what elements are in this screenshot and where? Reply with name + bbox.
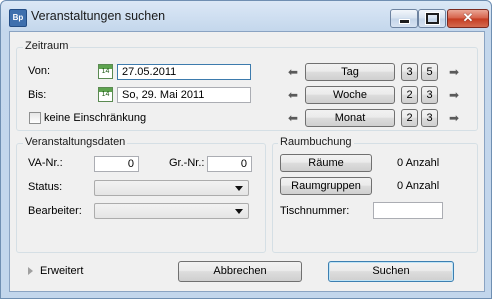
window-title: Veranstaltungen suchen: [31, 9, 166, 23]
veranstaltungsdaten-legend: Veranstaltungsdaten: [23, 136, 128, 148]
bearbeiter-dropdown[interactable]: [94, 203, 249, 219]
gr-nr-field[interactable]: 0: [207, 156, 252, 172]
bearbeiter-label: Bearbeiter:: [28, 205, 82, 217]
dialog-window: Bp Veranstaltungen suchen ✕ Zeitraum Von…: [0, 0, 492, 299]
maximize-icon: [426, 13, 439, 24]
tag-back-count[interactable]: 3: [401, 63, 418, 81]
minimize-icon: [399, 19, 410, 24]
calendar-icon[interactable]: 14: [98, 64, 113, 79]
tischnummer-label: Tischnummer:: [280, 205, 350, 217]
step-forward-icon[interactable]: ➡: [446, 65, 462, 79]
raeume-button[interactable]: Räume: [280, 154, 372, 172]
bis-label: Bis:: [28, 89, 47, 101]
monat-forward-count[interactable]: 3: [421, 109, 438, 127]
woche-button[interactable]: Woche: [305, 86, 395, 104]
von-date-field[interactable]: 27.05.2011: [117, 64, 251, 80]
calendar-day: 14: [101, 91, 110, 98]
keine-einschraenkung-checkbox[interactable]: [29, 112, 41, 124]
bis-date-field[interactable]: So, 29. Mai 2011: [117, 87, 251, 103]
dialog-content: Zeitraum Von: 14 27.05.2011 Bis: 14 So, …: [9, 31, 485, 292]
step-forward-icon[interactable]: ➡: [446, 88, 462, 102]
close-icon: ✕: [462, 10, 474, 25]
woche-back-count[interactable]: 2: [401, 86, 418, 104]
calendar-day: 14: [101, 68, 110, 75]
von-label: Von:: [28, 65, 51, 77]
monat-back-count[interactable]: 2: [401, 109, 418, 127]
raumbuchung-legend: Raumbuchung: [278, 136, 354, 148]
expand-triangle-icon[interactable]: [28, 267, 33, 275]
tag-forward-count[interactable]: 5: [421, 63, 438, 81]
step-back-icon[interactable]: ➡: [285, 65, 301, 79]
raeume-count: 0 Anzahl: [397, 157, 440, 169]
cancel-button[interactable]: Abbrechen: [178, 261, 302, 282]
title-bar[interactable]: Bp Veranstaltungen suchen ✕: [1, 1, 491, 31]
minimize-button[interactable]: [390, 9, 418, 28]
maximize-button[interactable]: [418, 9, 446, 28]
woche-forward-count[interactable]: 3: [421, 86, 438, 104]
step-forward-icon[interactable]: ➡: [446, 111, 462, 125]
close-button[interactable]: ✕: [447, 9, 489, 28]
keine-einschraenkung-label: keine Einschränkung: [44, 112, 147, 124]
raumgruppen-count: 0 Anzahl: [397, 180, 440, 192]
tischnummer-field[interactable]: [373, 202, 443, 219]
chevron-down-icon: [235, 186, 243, 191]
step-back-icon[interactable]: ➡: [285, 111, 301, 125]
zeitraum-legend: Zeitraum: [23, 40, 71, 52]
chevron-down-icon: [235, 209, 243, 214]
tag-button[interactable]: Tag: [305, 63, 395, 81]
search-button[interactable]: Suchen: [328, 261, 454, 282]
erweitert-toggle[interactable]: Erweitert: [40, 265, 83, 277]
va-nr-label: VA-Nr.:: [28, 157, 63, 169]
app-icon: Bp: [9, 9, 27, 27]
step-back-icon[interactable]: ➡: [285, 88, 301, 102]
gr-nr-label: Gr.-Nr.:: [169, 157, 205, 169]
raumgruppen-button[interactable]: Raumgruppen: [280, 177, 372, 195]
monat-button[interactable]: Monat: [305, 109, 395, 127]
calendar-icon[interactable]: 14: [98, 87, 113, 102]
status-label: Status:: [28, 181, 63, 193]
status-dropdown[interactable]: [94, 180, 249, 196]
va-nr-field[interactable]: 0: [94, 156, 139, 172]
